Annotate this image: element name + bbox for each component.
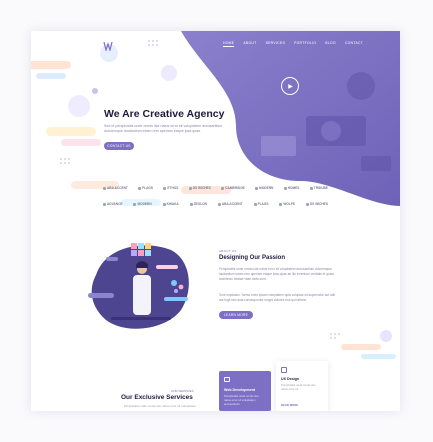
service-card-ux-design[interactable]: UX Design Perspiciatis unde omnis iste n… — [276, 361, 328, 411]
nav-blog[interactable]: BLOG — [325, 41, 336, 47]
service-card-text: Perspiciatis unde omnis iste natus error… — [281, 383, 316, 391]
play-icon: ▶ — [288, 83, 293, 90]
about-illustration — [88, 243, 189, 329]
service-card-text: Perspiciatis unde omnis iste natus error… — [224, 394, 259, 406]
brand-logo-item: FLAGS — [138, 186, 153, 190]
brand-logos-row-2: ADVANCE MODERN KWAKA ZEOLON ABA ACCENT F… — [103, 202, 328, 206]
services-label: OUR SERVICES — [171, 389, 194, 393]
about-paragraph-1: Perspiciatis unde omnis iste natus error… — [219, 267, 334, 281]
brand-logo-item: HOMES — [283, 186, 299, 190]
nav-portfolio[interactable]: PORTFOLIO — [294, 41, 316, 47]
hero-title: We Are Creative Agency — [104, 108, 225, 120]
service-card-web-development[interactable]: Web Development Perspiciatis unde omnis … — [219, 371, 271, 411]
brand-logo-item: CAMBRIDGE — [221, 186, 245, 190]
brand-logo-item: MODERN — [255, 186, 273, 190]
monitor-icon — [224, 377, 230, 382]
brand-logo-item: DS WICHES — [305, 202, 328, 206]
about-paragraph-2: Sunt explicabo. Nemo enim ipsam voluptat… — [219, 293, 336, 302]
services-title: Our Exclusive Services — [121, 394, 193, 401]
brand-logo-item: ZEOLON — [189, 202, 207, 206]
read-more-link[interactable]: READ MORE — [281, 403, 323, 407]
brand-logo[interactable] — [103, 41, 113, 51]
hero-description: Sed ut perspiciatis unde omnis iste natu… — [104, 124, 223, 133]
design-icon — [281, 367, 287, 373]
website-page: HOME ABOUT SERVICES PORTFOLIO BLOG CONTA… — [31, 31, 400, 411]
about-section-title: Designing Our Passion — [219, 255, 286, 261]
service-card-title: Web Development — [224, 388, 256, 392]
screenshot-backdrop: HOME ABOUT SERVICES PORTFOLIO BLOG CONTA… — [0, 0, 433, 442]
service-card-title: UX Design — [281, 377, 299, 381]
about-section-label: ABOUT US — [219, 249, 237, 253]
main-navigation: HOME ABOUT SERVICES PORTFOLIO BLOG CONTA… — [223, 41, 363, 47]
decorative-shapes — [330, 330, 396, 359]
brand-logo-item: TRIDUBE — [309, 186, 328, 190]
brand-logo-item: ABA ACCENT — [217, 202, 243, 206]
brand-logo-item: ADVANCE — [103, 202, 123, 206]
brand-logo-item: ETHOS — [163, 186, 178, 190]
brand-logo-item: WOLFE — [279, 202, 295, 206]
brand-logo-item: DS WICHES — [188, 186, 211, 190]
nav-services[interactable]: SERVICES — [266, 41, 286, 47]
nav-home[interactable]: HOME — [223, 41, 235, 47]
services-description: Perspiciatis unde omnis iste natus error… — [124, 404, 196, 408]
brand-logos-row-1: ABA ACCENT FLAGS ETHOS DS WICHES CAMBRID… — [103, 186, 328, 190]
brand-logo-item: KWAKA — [162, 202, 179, 206]
video-play-button[interactable]: ▶ — [281, 77, 299, 95]
contact-us-button[interactable]: CONTACT US — [104, 142, 134, 150]
learn-more-button[interactable]: LEARN MORE — [219, 311, 253, 319]
nav-contact[interactable]: CONTACT — [345, 41, 363, 47]
brand-logo-item: ABA ACCENT — [103, 186, 128, 190]
brand-logo-item: FLAGS — [253, 202, 268, 206]
nav-about[interactable]: ABOUT — [243, 41, 256, 47]
brand-logo-item: MODERN — [133, 202, 152, 206]
